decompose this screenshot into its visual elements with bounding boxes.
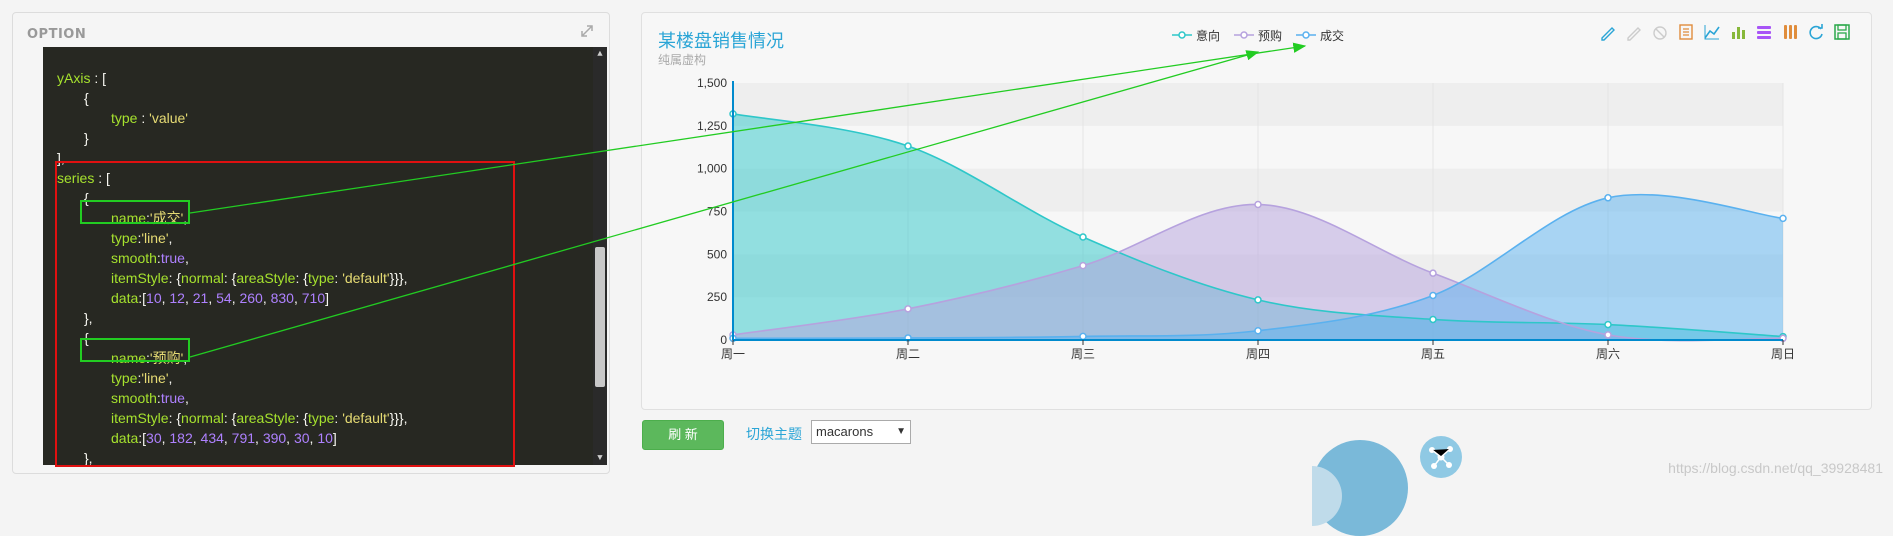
share-network-icon[interactable] — [1420, 436, 1462, 478]
x-tick-label: 周二 — [896, 347, 920, 361]
data-point — [1779, 214, 1787, 223]
theme-select[interactable]: macarons ▼ — [811, 420, 911, 444]
data-point — [1254, 200, 1262, 209]
name-highlight-box-2 — [80, 338, 190, 362]
data-point — [1429, 269, 1437, 277]
code-text: type : 'value' — [111, 108, 188, 128]
x-tick-label: 周日 — [1771, 347, 1795, 361]
data-point — [1079, 233, 1087, 241]
data-point — [1254, 326, 1262, 335]
code-panel-title: OPTION — [27, 27, 87, 42]
y-tick-label: 1,000 — [697, 162, 727, 176]
y-tick-label: 500 — [707, 247, 727, 261]
data-point — [1429, 315, 1437, 324]
x-tick-label: 周六 — [1596, 347, 1620, 361]
code-token: yAxis — [57, 70, 91, 86]
refresh-button[interactable]: 刷 新 — [642, 420, 724, 450]
name-highlight-box-1 — [80, 200, 190, 224]
x-tick-label: 周五 — [1421, 347, 1445, 361]
code-token: : — [137, 110, 150, 126]
y-tick-label: 1,500 — [697, 76, 727, 90]
y-tick-label: 1,250 — [697, 119, 727, 133]
expand-icon[interactable] — [579, 23, 595, 39]
line-number-gutter — [13, 46, 42, 464]
data-point — [904, 142, 912, 150]
x-tick-label: 周四 — [1246, 347, 1270, 361]
code-token: { — [84, 90, 89, 106]
code-token: : [ — [90, 70, 107, 86]
code-token: type — [111, 110, 138, 126]
y-tick-label: 250 — [707, 290, 727, 304]
code-text: } — [84, 128, 89, 148]
chevron-down-icon: ▼ — [896, 426, 906, 437]
editor-scrollbar[interactable]: ▲ ▼ — [593, 47, 607, 465]
y-tick-label: 750 — [707, 205, 727, 219]
y-tick-label: 0 — [720, 333, 727, 347]
theme-select-value: macarons — [816, 424, 874, 439]
scroll-thumb[interactable] — [595, 247, 605, 387]
watermark-url: https://blog.csdn.net/qq_39928481 — [1668, 460, 1883, 476]
code-token: 'value' — [149, 110, 188, 126]
x-tick-label: 周三 — [1071, 347, 1095, 361]
scroll-up-arrow-icon[interactable]: ▲ — [595, 49, 605, 59]
chart-plot: 0 250 500 750 1,000 1,250 1,500 周一 周二 周三 周四 周五 周六 周日 — [697, 76, 1795, 361]
code-text: { — [84, 88, 89, 108]
data-point — [1079, 332, 1087, 341]
x-tick-label: 周一 — [721, 347, 745, 361]
data-point — [1429, 291, 1437, 300]
data-point — [1604, 331, 1612, 339]
data-point — [1079, 261, 1087, 270]
code-text: yAxis : [ — [57, 68, 106, 88]
data-point — [904, 305, 912, 313]
code-token: } — [84, 130, 89, 146]
scroll-down-arrow-icon[interactable]: ▼ — [595, 453, 605, 463]
chart-panel: 某楼盘销售情况 纯属虚构 意向 预购 成交 0 250 500 750 1,000 1,250… — [641, 12, 1872, 410]
data-point — [1604, 194, 1612, 202]
data-point — [1254, 296, 1262, 304]
theme-switch-label: 切换主题 — [746, 426, 802, 442]
data-point — [1604, 320, 1612, 329]
